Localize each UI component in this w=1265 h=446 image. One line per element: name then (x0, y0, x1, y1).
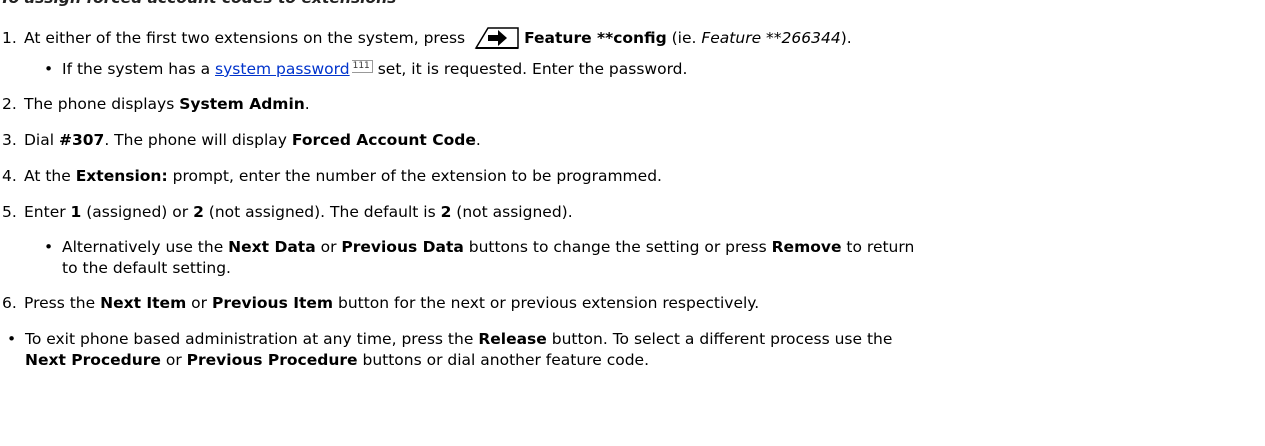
sub-item-password: • If the system has a system password 111 … (44, 60, 688, 78)
step-5: 5. Enter 1 (assigned) or 2 (not assigned)… (2, 203, 573, 221)
step-3: 3. Dial #307. The phone will display Forc… (2, 131, 481, 149)
exit-note: • To exit phone based administration at a… (7, 330, 893, 348)
sub-item-alternative: • Alternatively use the Next Data or Prev… (44, 238, 915, 256)
clipped-heading: To assign forced account codes to extens… (0, 0, 1265, 9)
page-ref-icon[interactable]: 111 (351, 60, 373, 73)
step-6: 6. Press the Next Item or Previous Item b… (2, 294, 760, 312)
bullet-icon: • (44, 238, 54, 256)
step-2: 2. The phone displays System Admin. (2, 95, 310, 113)
step-number: 1. (2, 29, 17, 47)
system-password-link[interactable]: system password (215, 60, 350, 78)
step-4: 4. At the Extension: prompt, enter the nu… (2, 167, 662, 185)
bullet-icon: • (7, 330, 17, 348)
step-1: 1. At either of the first two extensions … (0, 25, 852, 53)
exit-note-cont: Next Procedure or Previous Procedure but… (25, 351, 649, 369)
bullet-icon: • (44, 60, 54, 78)
sub-item-alternative-cont: to the default setting. (62, 259, 231, 277)
feature-key-icon (474, 25, 520, 53)
